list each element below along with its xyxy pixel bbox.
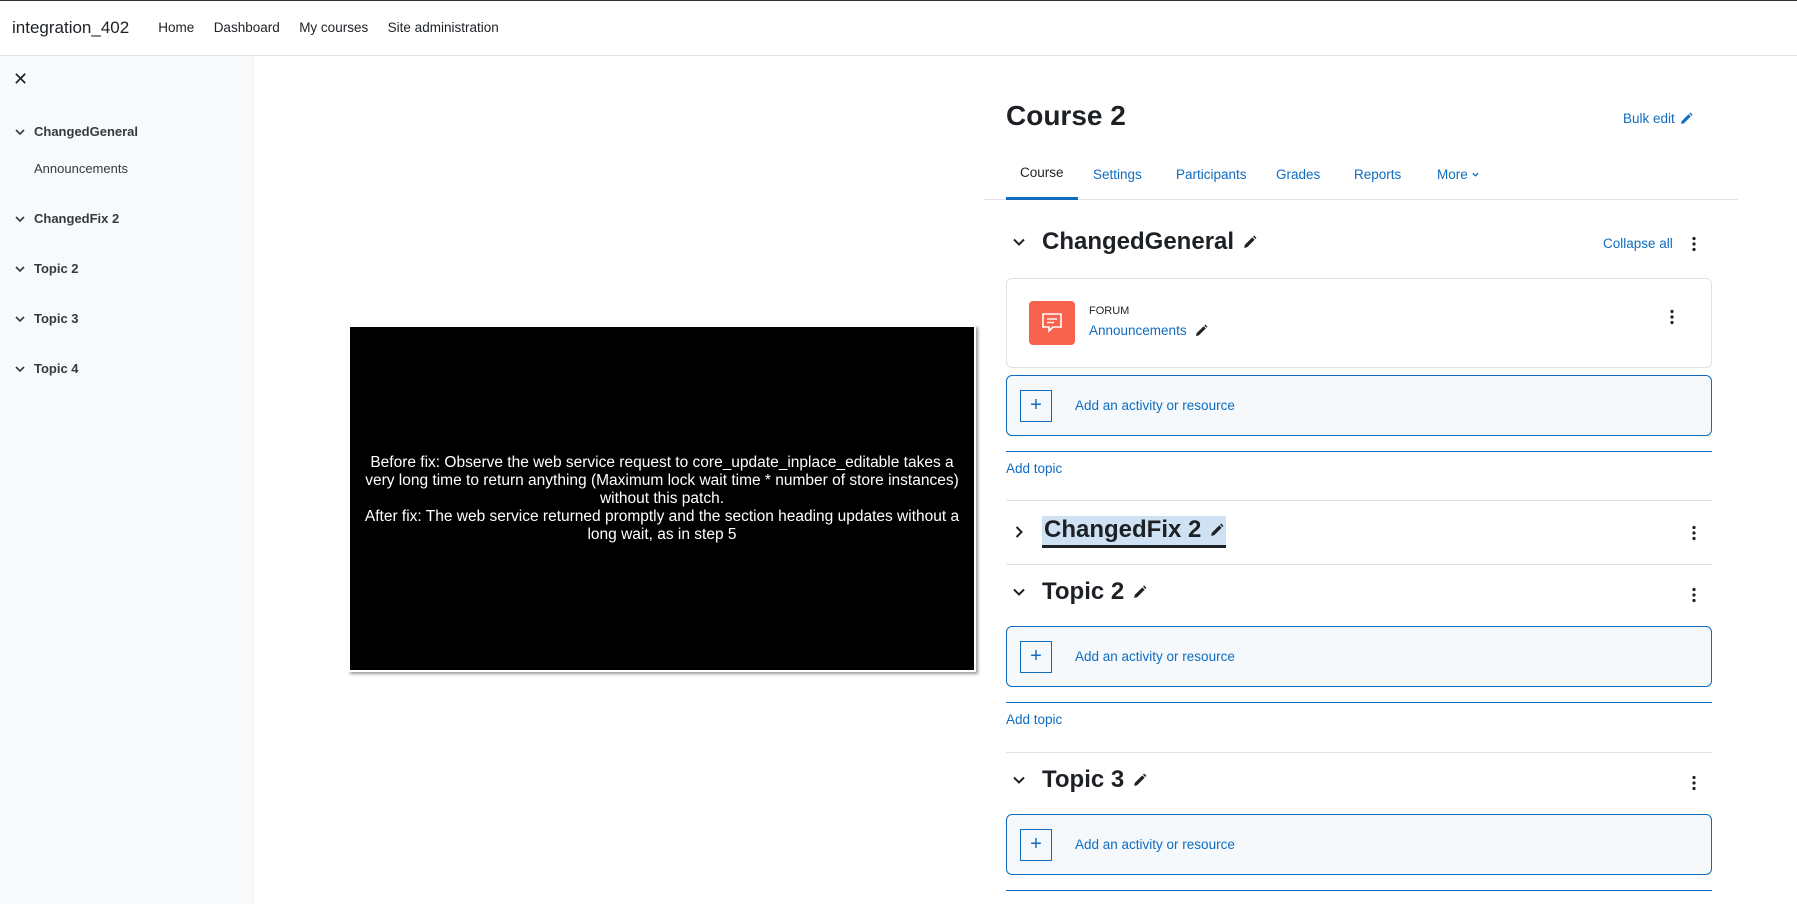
primary-navigation: Home Dashboard My courses Site administr… — [158, 19, 514, 37]
video-caption: Before fix: Observe the web service requ… — [358, 454, 966, 544]
close-drawer-icon[interactable]: ✕ — [13, 70, 28, 88]
section-actions-kebab-icon[interactable] — [1692, 587, 1696, 603]
section-title[interactable]: Topic 2 — [1042, 578, 1124, 606]
course-content: Course 2 Bulk edit Course Settings Parti… — [984, 56, 1738, 904]
caption-before-fix: Before fix: Observe the web service requ… — [365, 453, 959, 507]
drawer-section-topic-3[interactable]: Topic 3 — [14, 311, 79, 326]
tab-label: Reports — [1354, 166, 1402, 182]
section-title[interactable]: ChangedFix 2 — [1044, 516, 1201, 544]
tab-more[interactable]: More — [1437, 148, 1480, 200]
add-activity-button[interactable]: + Add an activity or resource — [1006, 814, 1712, 875]
chevron-down-icon — [1013, 776, 1025, 784]
section-title[interactable]: Topic 3 — [1042, 766, 1124, 794]
drawer-section-topic-2[interactable]: Topic 2 — [14, 261, 79, 276]
add-topic-divider — [1006, 702, 1712, 703]
edit-title-pencil-icon[interactable] — [1132, 585, 1147, 600]
plus-icon: + — [1020, 828, 1052, 861]
add-topic-link[interactable]: Add topic — [1006, 712, 1062, 727]
caption-after-fix: After fix: The web service returned prom… — [364, 507, 960, 543]
section-header-changedgeneral: ChangedGeneral — [1006, 228, 1257, 256]
bulk-edit-button[interactable]: Bulk edit — [1623, 111, 1693, 126]
section-divider — [1006, 752, 1712, 753]
tab-settings[interactable]: Settings — [1093, 148, 1142, 200]
plus-icon: + — [1020, 389, 1052, 422]
section-divider — [1006, 564, 1712, 565]
course-index-drawer: ✕ ChangedGeneral Announcements ChangedFi… — [0, 56, 254, 904]
add-topic-divider — [1006, 451, 1712, 452]
highlighted-section-title: ChangedFix 2 — [1042, 516, 1227, 548]
plus-icon: + — [1020, 640, 1052, 673]
section-header-topic-3: Topic 3 — [1006, 766, 1147, 794]
tab-grades[interactable]: Grades — [1276, 148, 1320, 200]
drawer-section-topic-4[interactable]: Topic 4 — [14, 361, 79, 376]
tab-label: Course — [1020, 165, 1064, 180]
nav-site-administration[interactable]: Site administration — [388, 20, 499, 35]
drawer-section-label: Topic 2 — [34, 261, 79, 276]
drawer-section-label: Topic 3 — [34, 311, 79, 326]
bulk-edit-label: Bulk edit — [1623, 111, 1675, 126]
edit-activity-pencil-icon[interactable] — [1194, 324, 1208, 338]
add-activity-label: Add an activity or resource — [1075, 649, 1235, 664]
drawer-item-announcements[interactable]: Announcements — [34, 161, 128, 176]
chevron-down-icon — [1472, 172, 1479, 177]
collapse-section-toggle[interactable] — [1006, 767, 1032, 793]
pencil-icon — [1680, 112, 1693, 124]
nav-my-courses[interactable]: My courses — [299, 20, 368, 35]
activity-type-label: FORUM — [1089, 305, 1130, 317]
section-actions-kebab-icon[interactable] — [1692, 525, 1696, 541]
chevron-right-icon — [1015, 526, 1023, 538]
drawer-section-changedfix-2[interactable]: ChangedFix 2 — [14, 211, 119, 226]
chevron-down-icon — [1013, 238, 1025, 246]
collapse-section-toggle[interactable] — [1006, 579, 1032, 605]
chevron-down-icon — [1013, 588, 1025, 596]
tab-label: More — [1437, 166, 1468, 182]
video-caption-overlay: Before fix: Observe the web service requ… — [348, 325, 976, 672]
chevron-down-icon — [15, 315, 25, 322]
edit-title-pencil-icon[interactable] — [1132, 773, 1147, 788]
collapse-section-toggle[interactable] — [1006, 229, 1032, 255]
site-name[interactable]: integration_402 — [12, 18, 129, 38]
add-activity-label: Add an activity or resource — [1075, 837, 1235, 852]
nav-home[interactable]: Home — [158, 20, 194, 35]
add-topic-link[interactable]: Add topic — [1006, 461, 1062, 476]
section-title[interactable]: ChangedGeneral — [1042, 228, 1234, 256]
activity-card-forum: FORUM Announcements — [1006, 278, 1712, 368]
chevron-down-icon — [15, 128, 25, 135]
secondary-navigation: Course Settings Participants Grades Repo… — [984, 148, 1738, 200]
tab-reports[interactable]: Reports — [1354, 148, 1401, 200]
forum-icon — [1029, 301, 1075, 345]
nav-dashboard[interactable]: Dashboard — [214, 20, 280, 35]
chevron-down-icon — [15, 265, 25, 272]
expand-section-toggle[interactable] — [1006, 519, 1032, 545]
section-header-topic-2: Topic 2 — [1006, 578, 1147, 606]
edit-title-pencil-icon[interactable] — [1209, 523, 1224, 538]
add-activity-button[interactable]: + Add an activity or resource — [1006, 375, 1712, 436]
drawer-section-label: ChangedGeneral — [34, 124, 139, 139]
section-header-changedfix-2: ChangedFix 2 — [1006, 516, 1227, 548]
chevron-down-icon — [15, 365, 25, 372]
section-actions-kebab-icon[interactable] — [1692, 236, 1696, 252]
tab-label: Grades — [1276, 166, 1321, 182]
add-topic-divider — [1006, 890, 1712, 891]
chevron-down-icon — [15, 215, 25, 222]
drawer-section-label: ChangedFix 2 — [34, 211, 120, 226]
collapse-all-link[interactable]: Collapse all — [1603, 236, 1673, 251]
drawer-section-changedgeneral[interactable]: ChangedGeneral — [14, 124, 138, 139]
forum-speech-bubble-icon — [1042, 313, 1062, 333]
tab-course[interactable]: Course — [1006, 148, 1078, 200]
tab-label: Participants — [1176, 166, 1247, 182]
page-title: Course 2 — [1006, 100, 1126, 131]
add-activity-button[interactable]: + Add an activity or resource — [1006, 626, 1712, 687]
section-actions-kebab-icon[interactable] — [1692, 775, 1696, 791]
activity-name: Announcements — [1089, 323, 1187, 338]
drawer-section-label: Topic 4 — [34, 361, 79, 376]
add-activity-label: Add an activity or resource — [1075, 398, 1235, 413]
activity-link-announcements[interactable]: Announcements — [1089, 323, 1208, 338]
top-navbar: integration_402 Home Dashboard My course… — [0, 0, 1797, 56]
edit-title-pencil-icon[interactable] — [1242, 235, 1257, 250]
tab-label: Settings — [1093, 166, 1142, 182]
tab-participants[interactable]: Participants — [1176, 148, 1247, 200]
activity-actions-kebab-icon[interactable] — [1670, 309, 1674, 325]
section-divider — [1006, 500, 1712, 501]
